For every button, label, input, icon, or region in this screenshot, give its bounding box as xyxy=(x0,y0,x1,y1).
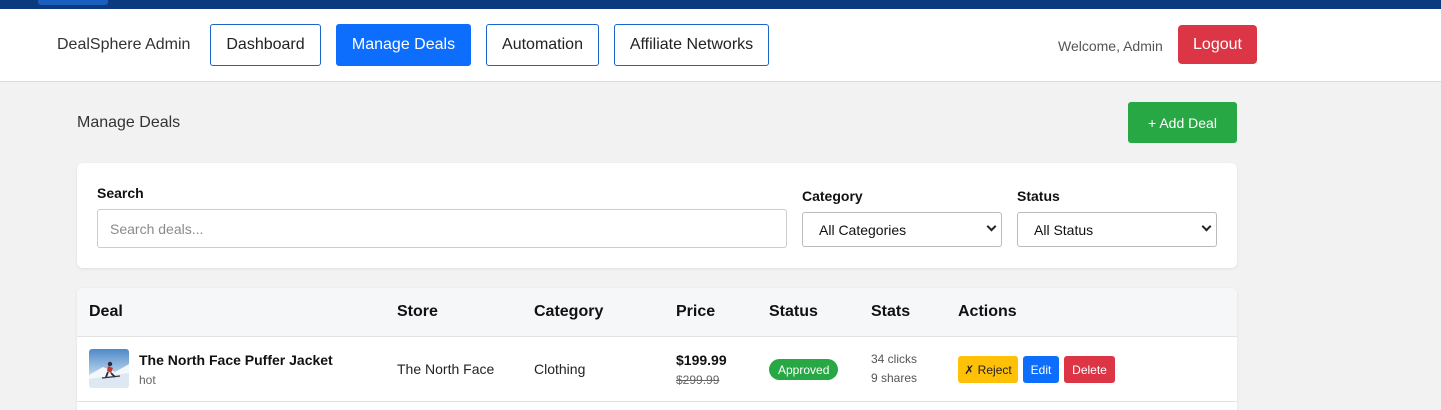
deal-price: $199.99 xyxy=(676,352,727,368)
logout-button[interactable]: Logout xyxy=(1178,25,1257,64)
browser-top-strip xyxy=(0,0,1441,9)
category-select-value: All Categories xyxy=(819,221,907,238)
table-row: The North Face Puffer Jacket hot The Nor… xyxy=(77,337,1237,402)
chevron-down-icon xyxy=(1201,221,1212,232)
deal-thumbnail-image[interactable] xyxy=(89,349,129,388)
deal-clicks: 34 clicks xyxy=(871,352,918,366)
filter-panel: Search Category All Categories Status Al… xyxy=(77,163,1237,268)
welcome-text: Welcome, Admin xyxy=(1058,38,1163,54)
skier-photo-icon xyxy=(89,349,129,388)
column-header-store[interactable]: Store xyxy=(397,303,438,321)
column-header-price[interactable]: Price xyxy=(676,303,715,321)
nav-automation-button[interactable]: Automation xyxy=(486,24,599,66)
add-deal-button[interactable]: + Add Deal xyxy=(1128,102,1237,143)
search-input[interactable] xyxy=(97,209,787,248)
reject-button[interactable]: ✗ Reject xyxy=(958,356,1018,383)
deals-table: Deal Store Category Price Status Stats A… xyxy=(77,288,1237,410)
status-label: Status xyxy=(1017,188,1060,204)
status-select[interactable]: All Status xyxy=(1017,212,1217,247)
status-select-value: All Status xyxy=(1034,221,1094,238)
column-header-actions: Actions xyxy=(958,303,1017,320)
column-header-stats[interactable]: Stats xyxy=(871,303,910,321)
nav-manage-deals-button[interactable]: Manage Deals xyxy=(336,24,471,66)
navbar: DealSphere Admin Dashboard Manage Deals … xyxy=(0,9,1441,82)
brand-title: DealSphere Admin xyxy=(57,36,191,53)
deal-category: Clothing xyxy=(534,361,586,377)
deal-title: The North Face Puffer Jacket xyxy=(139,352,333,368)
top-strip-tab xyxy=(38,0,108,5)
column-header-deal[interactable]: Deal xyxy=(89,303,123,321)
deal-shares: 9 shares xyxy=(871,371,918,385)
deal-tag: hot xyxy=(139,373,156,387)
column-header-status[interactable]: Status xyxy=(769,303,818,321)
chevron-down-icon xyxy=(986,221,997,232)
nav-affiliate-networks-button[interactable]: Affiliate Networks xyxy=(614,24,769,66)
nav-dashboard-button[interactable]: Dashboard xyxy=(210,24,321,66)
status-badge: Approved xyxy=(769,359,839,380)
table-header: Deal Store Category Price Status Stats A… xyxy=(77,288,1237,337)
category-select[interactable]: All Categories xyxy=(802,212,1002,247)
edit-button[interactable]: Edit xyxy=(1023,356,1059,383)
page-title: Manage Deals xyxy=(77,114,181,131)
column-header-category[interactable]: Category xyxy=(534,303,603,321)
category-label: Category xyxy=(802,188,863,204)
delete-button[interactable]: Delete xyxy=(1064,356,1115,383)
deal-original-price: $299.99 xyxy=(676,373,720,387)
deal-store: The North Face xyxy=(397,361,495,377)
search-label: Search xyxy=(97,185,144,201)
